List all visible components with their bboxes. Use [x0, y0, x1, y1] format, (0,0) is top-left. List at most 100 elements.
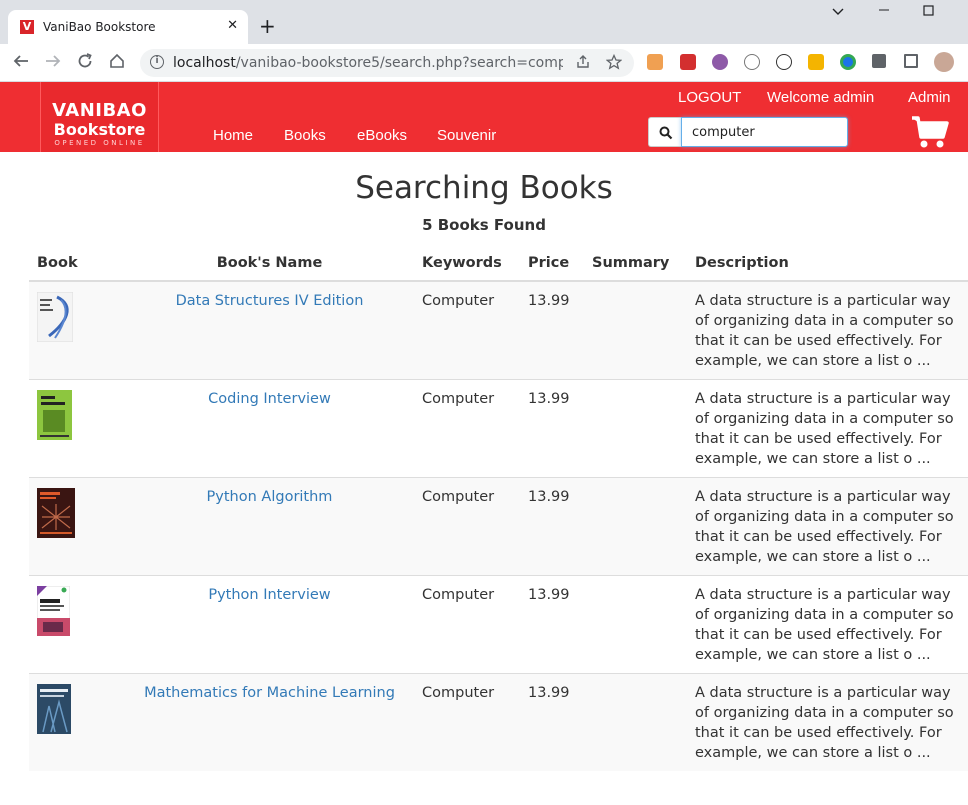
- description-cell: A data structure is a particular way of …: [687, 280, 968, 379]
- book-name-link[interactable]: Mathematics for Machine Learning: [144, 685, 395, 701]
- share-icon[interactable]: [575, 54, 591, 74]
- new-tab-icon[interactable]: +: [259, 16, 276, 36]
- logo-tagline: OPENED ONLINE: [54, 139, 145, 147]
- book-name-cell: Python Interview: [125, 574, 414, 673]
- player-extension-icon[interactable]: [776, 54, 792, 70]
- book-cover-image[interactable]: [37, 585, 70, 636]
- site-header: VANIBAO Bookstore OPENED ONLINE Home Boo…: [0, 82, 968, 152]
- keywords-cell: Computer: [414, 476, 520, 575]
- tab-search-chevron-icon[interactable]: [831, 4, 845, 22]
- logout-link[interactable]: LOGOUT: [678, 89, 741, 106]
- book-name-cell: Data Structures IV Edition: [125, 280, 414, 379]
- nav-books[interactable]: Books: [284, 127, 326, 144]
- book-name-link[interactable]: Data Structures IV Edition: [176, 293, 364, 309]
- summary-cell: [584, 280, 687, 379]
- price-cell: 13.99: [520, 476, 584, 575]
- page-title: Searching Books: [355, 170, 613, 206]
- search-button[interactable]: [648, 117, 681, 147]
- nav-souvenir[interactable]: Souvenir: [437, 127, 496, 144]
- col-name: Book's Name: [125, 245, 414, 282]
- tab-close-icon[interactable]: ✕: [227, 18, 238, 33]
- home-icon[interactable]: [108, 52, 126, 75]
- pdf-extension-icon[interactable]: [680, 54, 696, 70]
- yellow-extension-icon[interactable]: [808, 54, 824, 70]
- web-extension-icon[interactable]: [744, 54, 760, 70]
- price-cell: 13.99: [520, 378, 584, 477]
- address-bar[interactable]: i localhost/vanibao-bookstore5/search.ph…: [140, 49, 634, 77]
- browser-toolbar: i localhost/vanibao-bookstore5/search.ph…: [0, 44, 968, 82]
- sidepanel-icon[interactable]: [904, 54, 918, 68]
- metamask-extension-icon[interactable]: [647, 54, 663, 70]
- col-book: Book: [29, 245, 125, 282]
- summary-cell: [584, 672, 687, 771]
- nav-ebooks[interactable]: eBooks: [357, 127, 407, 144]
- book-cover-cell: [29, 672, 125, 771]
- profile-avatar[interactable]: [934, 52, 954, 72]
- purple-extension-icon[interactable]: [712, 54, 728, 70]
- book-cover-cell: [29, 378, 125, 477]
- results-count: 5 Books Found: [422, 216, 546, 234]
- bookmark-star-icon[interactable]: [605, 53, 623, 74]
- keywords-cell: Computer: [414, 378, 520, 477]
- summary-cell: [584, 378, 687, 477]
- url-host: localhost: [173, 55, 236, 71]
- book-cover-cell: [29, 280, 125, 379]
- keywords-cell: Computer: [414, 574, 520, 673]
- table-row: Python Algorithm Computer 13.99 A data s…: [29, 476, 968, 575]
- search-input[interactable]: [681, 117, 848, 147]
- forward-icon[interactable]: [44, 52, 62, 75]
- welcome-link[interactable]: Welcome admin: [767, 89, 874, 106]
- tab-favicon-icon: V: [20, 20, 34, 34]
- browser-tabstrip: V VaniBao Bookstore ✕ +: [0, 0, 968, 44]
- browser-tab[interactable]: V VaniBao Bookstore ✕: [8, 10, 248, 44]
- book-name-cell: Mathematics for Machine Learning: [125, 672, 414, 771]
- description-cell: A data structure is a particular way of …: [687, 476, 968, 575]
- cart-icon[interactable]: [911, 115, 949, 153]
- book-name-link[interactable]: Python Algorithm: [207, 489, 333, 505]
- tab-title: VaniBao Bookstore: [43, 20, 156, 34]
- results-table: Book Book's Name Keywords Price Summary …: [29, 245, 968, 771]
- description-cell: A data structure is a particular way of …: [687, 672, 968, 771]
- table-row: Python Interview Computer 13.99 A data s…: [29, 574, 968, 673]
- summary-cell: [584, 476, 687, 575]
- search-icon: [659, 126, 673, 140]
- book-cover-image[interactable]: [37, 487, 75, 538]
- maximize-icon[interactable]: [922, 4, 936, 22]
- address-url: localhost/vanibao-bookstore5/search.php?…: [173, 55, 563, 71]
- keywords-cell: Computer: [414, 672, 520, 771]
- description-cell: A data structure is a particular way of …: [687, 378, 968, 477]
- nav-home[interactable]: Home: [213, 127, 253, 144]
- minimize-icon[interactable]: [877, 2, 891, 20]
- logo-line-1: VANIBAO: [52, 100, 147, 121]
- table-row: Data Structures IV Edition Computer 13.9…: [29, 280, 968, 379]
- back-icon[interactable]: [12, 52, 30, 75]
- summary-cell: [584, 574, 687, 673]
- chrome-extension-icon[interactable]: [840, 54, 856, 70]
- description-cell: A data structure is a particular way of …: [687, 574, 968, 673]
- logo-line-2: Bookstore: [53, 120, 146, 139]
- admin-link[interactable]: Admin: [908, 89, 951, 106]
- url-path: /vanibao-bookstore5/search.php?search=co…: [235, 55, 563, 71]
- book-cover-image[interactable]: [37, 389, 72, 440]
- puzzle-extensions-icon[interactable]: [872, 54, 886, 68]
- table-row: Mathematics for Machine Learning Compute…: [29, 672, 968, 771]
- book-name-link[interactable]: Coding Interview: [208, 391, 331, 407]
- book-cover-image[interactable]: [37, 292, 73, 342]
- book-name-cell: Python Algorithm: [125, 476, 414, 575]
- book-name-link[interactable]: Python Interview: [208, 587, 330, 603]
- price-cell: 13.99: [520, 672, 584, 771]
- col-summary: Summary: [584, 245, 687, 282]
- site-info-icon[interactable]: i: [150, 55, 164, 69]
- keywords-cell: Computer: [414, 280, 520, 379]
- book-name-cell: Coding Interview: [125, 378, 414, 477]
- col-description: Description: [687, 245, 968, 282]
- book-cover-cell: [29, 574, 125, 673]
- price-cell: 13.99: [520, 574, 584, 673]
- col-keywords: Keywords: [414, 245, 520, 282]
- reload-icon[interactable]: [76, 52, 94, 75]
- table-row: Coding Interview Computer 13.99 A data s…: [29, 378, 968, 477]
- book-cover-image[interactable]: [37, 683, 71, 734]
- table-header-row: Book Book's Name Keywords Price Summary …: [29, 245, 968, 282]
- site-logo[interactable]: VANIBAO Bookstore OPENED ONLINE: [40, 82, 159, 152]
- book-cover-cell: [29, 476, 125, 575]
